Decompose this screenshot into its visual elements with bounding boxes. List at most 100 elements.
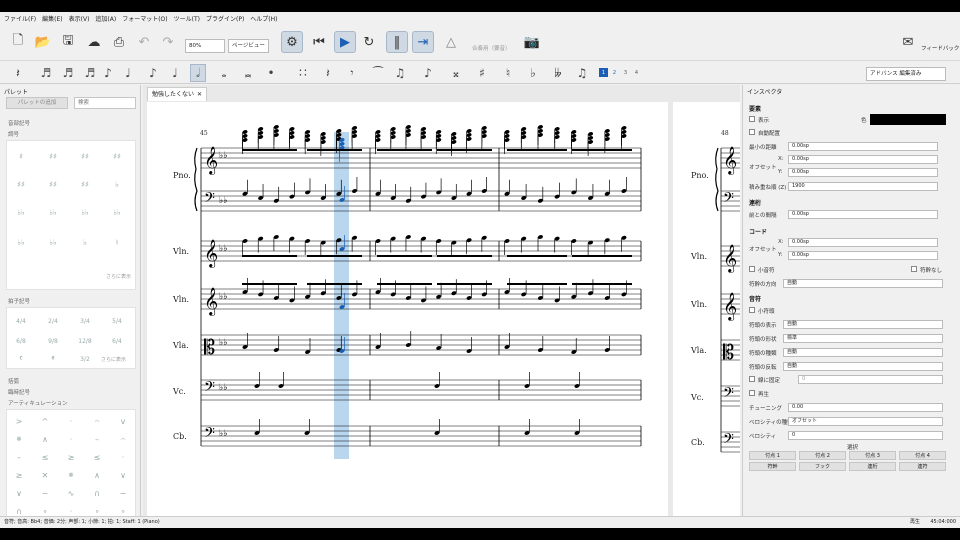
- articulation-cell[interactable]: ⌢: [113, 430, 133, 448]
- auto-place-checkbox[interactable]: [749, 129, 755, 135]
- keysig-cell[interactable]: ♯♯: [75, 175, 95, 193]
- velocity-field[interactable]: 0: [788, 431, 943, 440]
- palette-section-keysig[interactable]: 調号: [8, 130, 19, 138]
- timesig-cell[interactable]: 5/4: [107, 312, 127, 330]
- menu-help[interactable]: ヘルプ(H): [250, 14, 277, 23]
- flat-icon[interactable]: ♭: [525, 64, 541, 82]
- double-flat-icon[interactable]: 𝄫: [550, 64, 566, 82]
- select-hook-button[interactable]: フック: [799, 462, 846, 471]
- metronome-icon[interactable]: △: [443, 34, 459, 50]
- timesig-cell[interactable]: 6/4: [107, 332, 127, 350]
- select-beam-button[interactable]: 連桁: [849, 462, 896, 471]
- articulation-cell[interactable]: v: [113, 412, 133, 430]
- section-element[interactable]: 要素: [749, 104, 761, 113]
- flip-icon[interactable]: ♫: [392, 64, 408, 82]
- 8th-note-icon[interactable]: ♪: [100, 64, 116, 82]
- articulation-cell[interactable]: >: [9, 412, 29, 430]
- palette-section-timesig[interactable]: 拍子記号: [8, 297, 30, 305]
- keysig-cell[interactable]: ♯♯: [43, 175, 63, 193]
- keysig-cell[interactable]: ♭: [75, 233, 95, 251]
- timesig-cell[interactable]: 9/8: [43, 332, 63, 350]
- stem-direction-select[interactable]: 自動: [783, 279, 943, 288]
- space-before-field[interactable]: 0.00sp: [788, 210, 938, 219]
- articulation-cell[interactable]: ≤: [35, 448, 55, 466]
- play-repeats-icon[interactable]: ‖: [386, 31, 408, 53]
- add-palette-button[interactable]: パレットの追加: [6, 97, 68, 109]
- cloud-upload-icon[interactable]: ☁: [86, 34, 102, 50]
- keysig-cell[interactable]: ♭: [107, 175, 127, 193]
- keysig-cell[interactable]: ♯♯: [107, 147, 127, 165]
- timesig-cell[interactable]: 2/4: [43, 312, 63, 330]
- keysig-cell[interactable]: ♭♭: [43, 203, 63, 221]
- keysig-cell[interactable]: ♯♯: [11, 175, 31, 193]
- articulation-cell[interactable]: ∿: [61, 484, 81, 502]
- min-distance-field[interactable]: 0.00sp: [788, 142, 938, 151]
- articulation-cell[interactable]: ·: [61, 430, 81, 448]
- keysig-cell[interactable]: ♯: [11, 147, 31, 165]
- view-mode-select[interactable]: ページビュー: [228, 39, 269, 53]
- articulation-cell[interactable]: ^: [35, 412, 55, 430]
- tie-icon[interactable]: ⁀: [370, 64, 386, 82]
- undo-icon[interactable]: ↶: [136, 34, 152, 50]
- stack-order-field[interactable]: 1900: [788, 182, 938, 191]
- select-dot1-button[interactable]: 付点 1: [749, 451, 796, 460]
- offset-x-field[interactable]: 0.00sp: [788, 155, 938, 164]
- note-input-mode-icon[interactable]: 𝄽: [10, 64, 26, 82]
- keysig-cell[interactable]: ♭♭: [75, 203, 95, 221]
- timesig-cell[interactable]: 6/8: [11, 332, 31, 350]
- small-note-checkbox[interactable]: [749, 266, 755, 272]
- play-icon[interactable]: ▶: [334, 31, 356, 53]
- mail-icon[interactable]: ✉: [900, 34, 916, 50]
- menu-file[interactable]: ファイル(F): [4, 14, 36, 23]
- fix-line-checkbox[interactable]: [749, 376, 755, 382]
- head-type-select[interactable]: 自動: [783, 348, 943, 357]
- timesig-cell[interactable]: 𝄵: [43, 350, 63, 368]
- articulation-cell[interactable]: ≥: [9, 466, 29, 484]
- half-note-icon[interactable]: 𝅗𝅥: [190, 64, 206, 82]
- loop-icon[interactable]: ↻: [361, 34, 377, 50]
- open-folder-icon[interactable]: 📂: [35, 34, 51, 50]
- articulation-cell[interactable]: ∧: [35, 430, 55, 448]
- flip-direction-icon[interactable]: ♫: [574, 64, 590, 82]
- select-dot4-button[interactable]: 付点 4: [899, 451, 946, 460]
- menu-format[interactable]: フォーマット(O): [122, 14, 167, 23]
- save-icon[interactable]: 🖫: [60, 33, 76, 50]
- next-score-page[interactable]: 𝄞 𝄢 𝄞 𝄞 𝄡 𝄢 𝄢 48 Pno. Vln. Vln. Vla. Vc.…: [673, 102, 740, 528]
- menu-tools[interactable]: ツール(T): [174, 14, 200, 23]
- articulation-cell[interactable]: ∼: [35, 484, 55, 502]
- tuning-field[interactable]: 0.00: [788, 403, 943, 412]
- palette-search-input[interactable]: [74, 97, 136, 109]
- chord-y-field[interactable]: 0.00sp: [788, 251, 938, 260]
- timesig-more-link[interactable]: さらに表示: [101, 356, 126, 363]
- palette-section-articulations[interactable]: アーティキュレーション: [8, 399, 68, 407]
- color-swatch[interactable]: [870, 114, 946, 125]
- articulation-cell[interactable]: ·: [113, 448, 133, 466]
- section-beam[interactable]: 連桁: [749, 198, 761, 207]
- chord-x-field[interactable]: 0.00sp: [788, 238, 938, 247]
- print-icon[interactable]: ⎙: [111, 34, 127, 50]
- breve-icon[interactable]: 𝅜: [240, 64, 256, 82]
- head-flip-select[interactable]: 自動: [783, 362, 943, 371]
- section-note[interactable]: 音符: [749, 294, 761, 303]
- timesig-cell[interactable]: 3/4: [75, 312, 95, 330]
- menu-view[interactable]: 表示(V): [69, 14, 90, 23]
- menu-add[interactable]: 追加(A): [95, 14, 116, 23]
- new-file-icon[interactable]: 🗋: [10, 33, 26, 50]
- workspace-select[interactable]: アドバンス 編集済み: [866, 67, 946, 81]
- 64th-note-icon[interactable]: ♬: [38, 64, 54, 82]
- fix-line-field[interactable]: 0: [798, 375, 943, 384]
- rewind-icon[interactable]: ⏮: [311, 34, 327, 50]
- keysig-cell[interactable]: ♭♭: [107, 203, 127, 221]
- keysig-cell[interactable]: ♯♯: [43, 147, 63, 165]
- 16th-note-icon[interactable]: ♬: [82, 64, 98, 82]
- articulation-cell[interactable]: ✕: [35, 466, 55, 484]
- whole-note-icon[interactable]: 𝅝: [216, 64, 232, 82]
- tuplet-icon[interactable]: ♪: [420, 64, 436, 82]
- pan-score-icon[interactable]: ⇥: [412, 31, 434, 53]
- velocity-type-select[interactable]: オフセット: [788, 417, 943, 426]
- keysig-cell[interactable]: ♭♭: [11, 203, 31, 221]
- rest-icon[interactable]: 𝄽: [320, 64, 336, 82]
- score-notation[interactable]: 𝄞 𝄢 𝄞 𝄞 𝄡 𝄢 𝄢 ♭♭ ♭♭ ♭♭ ♭♭ ♭♭ ♭♭ ♭♭: [147, 102, 668, 528]
- dotted-rest-icon[interactable]: 𝄾: [344, 64, 360, 82]
- palette-section-brackets[interactable]: 括弧: [8, 377, 19, 385]
